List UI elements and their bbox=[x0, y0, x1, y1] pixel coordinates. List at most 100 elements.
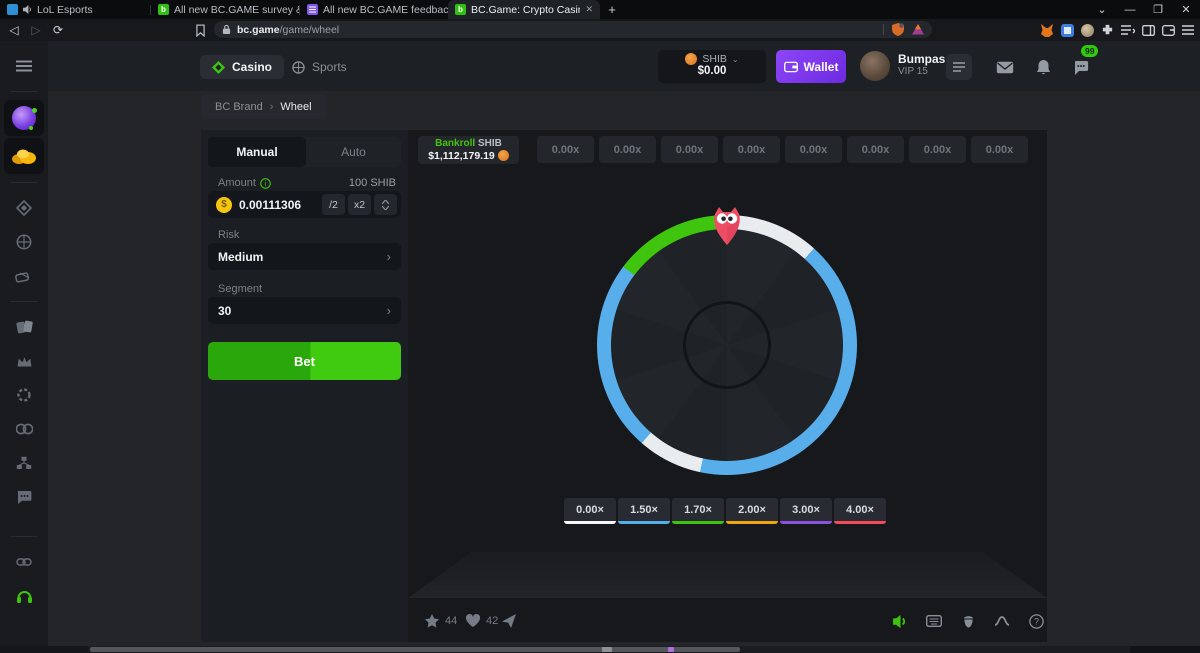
browser-tab-lol[interactable]: LoL Esports bbox=[0, 0, 150, 19]
trends-button[interactable] bbox=[991, 610, 1013, 632]
controller-icon bbox=[16, 423, 33, 435]
legend-label: 0.00× bbox=[576, 504, 604, 516]
notifications-button[interactable] bbox=[1030, 54, 1056, 80]
sound-toggle[interactable] bbox=[889, 610, 911, 632]
tab-casino[interactable]: Casino bbox=[200, 55, 284, 79]
sidebar-item-affiliate[interactable] bbox=[0, 446, 48, 480]
hotkeys-button[interactable] bbox=[923, 610, 945, 632]
bet-button[interactable]: Bet bbox=[208, 342, 401, 380]
bottom-strip bbox=[0, 646, 1200, 653]
sports-label: Sports bbox=[312, 60, 347, 74]
tab-audio-icon[interactable] bbox=[23, 5, 32, 14]
result-chip[interactable]: 0.00x bbox=[537, 136, 594, 163]
balance-selector[interactable]: SHIB ⌄ $0.00 bbox=[658, 50, 766, 83]
amount-input[interactable]: $ 0.00111306 /2 x2 bbox=[208, 191, 401, 218]
new-tab-button[interactable]: + bbox=[600, 0, 624, 19]
wallet-button[interactable]: Wallet bbox=[776, 50, 846, 83]
browser-tab-active[interactable]: b BC.Game: Crypto Casino Games & ✕ bbox=[448, 0, 600, 19]
casino-label: Casino bbox=[232, 60, 272, 74]
help-button[interactable]: ? bbox=[1025, 610, 1047, 632]
like-stat[interactable]: 42 bbox=[466, 614, 498, 627]
sidebar-item-racing[interactable] bbox=[0, 259, 48, 293]
side-panel-icon[interactable] bbox=[1142, 25, 1155, 36]
info-icon[interactable]: i bbox=[260, 178, 271, 189]
legend-multiplier[interactable]: 4.00× bbox=[834, 498, 886, 524]
result-chip[interactable]: 0.00x bbox=[661, 136, 718, 163]
window-close-button[interactable]: ✕ bbox=[1172, 0, 1200, 19]
sidebar-item-bonus-spin[interactable] bbox=[4, 100, 44, 136]
double-bet-button[interactable]: x2 bbox=[348, 194, 371, 215]
forward-button[interactable]: ▷ bbox=[26, 20, 46, 40]
shib-coin-icon bbox=[498, 150, 509, 161]
result-chip[interactable]: 0.00x bbox=[847, 136, 904, 163]
user-info[interactable]: Bumpas VIP 15 bbox=[898, 52, 945, 77]
betslip-button[interactable] bbox=[946, 54, 972, 80]
browser-menu-icon[interactable] bbox=[1182, 25, 1194, 35]
browser-tab-survey[interactable]: b All new BC.GAME survey & feedback n bbox=[151, 0, 299, 19]
half-bet-button[interactable]: /2 bbox=[322, 194, 345, 215]
window-maximize-button[interactable]: ❐ bbox=[1144, 0, 1172, 19]
share-button[interactable] bbox=[500, 612, 518, 630]
sidebar-item-treasure[interactable] bbox=[4, 138, 44, 174]
sidebar-item-referral[interactable] bbox=[0, 545, 48, 579]
tab-sports[interactable]: Sports bbox=[282, 55, 357, 79]
sidebar-item-support[interactable] bbox=[0, 579, 48, 613]
legend-multiplier[interactable]: 3.00× bbox=[780, 498, 832, 524]
lol-favicon bbox=[7, 4, 18, 15]
user-vip-level: VIP 15 bbox=[898, 66, 945, 77]
speaker-icon bbox=[892, 614, 909, 629]
shield-extension-icon[interactable] bbox=[892, 23, 904, 36]
tab-manual[interactable]: Manual bbox=[208, 137, 306, 167]
legend-multiplier[interactable]: 2.00× bbox=[726, 498, 778, 524]
metamask-extension-icon[interactable] bbox=[1040, 24, 1054, 37]
profile-extension-icon[interactable] bbox=[1081, 24, 1094, 37]
browser-tab-feedback[interactable]: All new BC.GAME feedback bbox=[300, 0, 448, 19]
tab-auto[interactable]: Auto bbox=[306, 137, 401, 167]
heart-icon bbox=[466, 614, 480, 627]
result-chip[interactable]: 0.00x bbox=[971, 136, 1028, 163]
breadcrumb-brand[interactable]: BC Brand bbox=[215, 101, 263, 113]
result-chip[interactable]: 0.00x bbox=[599, 136, 656, 163]
segment-label: Segment bbox=[218, 283, 262, 295]
sidebar-item-cards[interactable] bbox=[0, 310, 48, 344]
legend-multiplier[interactable]: 1.50× bbox=[618, 498, 670, 524]
window-chevron-button[interactable]: ⌄ bbox=[1088, 0, 1116, 19]
sidebar-item-forum[interactable] bbox=[0, 480, 48, 514]
close-tab-icon[interactable]: ✕ bbox=[585, 4, 593, 15]
result-chip[interactable]: 0.00x bbox=[909, 136, 966, 163]
address-bar[interactable]: bc.game /game/wheel bbox=[214, 21, 932, 38]
sidebar-item-vip-club[interactable] bbox=[0, 344, 48, 378]
back-button[interactable]: ◁ bbox=[4, 20, 24, 40]
messages-button[interactable] bbox=[992, 54, 1018, 80]
bat-extension-icon[interactable] bbox=[912, 24, 924, 35]
chat-button[interactable] bbox=[1068, 54, 1094, 80]
fairness-button[interactable] bbox=[957, 610, 979, 632]
favorite-stat[interactable]: 44 bbox=[425, 614, 457, 628]
send-icon bbox=[502, 614, 516, 628]
wheel-hub bbox=[683, 301, 771, 389]
legend-multiplier[interactable]: 0.00× bbox=[564, 498, 616, 524]
gold-coins-icon bbox=[11, 147, 37, 165]
puzzle-extensions-icon[interactable] bbox=[1101, 24, 1114, 37]
result-chip[interactable]: 0.00x bbox=[785, 136, 842, 163]
reading-list-icon[interactable] bbox=[1121, 25, 1135, 36]
sidebar-menu-button[interactable] bbox=[0, 49, 48, 83]
window-minimize-button[interactable]: — bbox=[1116, 0, 1144, 19]
result-chip[interactable]: 0.00x bbox=[723, 136, 780, 163]
wallet-panel-icon[interactable] bbox=[1162, 25, 1175, 36]
reload-button[interactable]: ⟳ bbox=[48, 20, 68, 40]
lock-icon bbox=[222, 24, 231, 35]
sidebar-item-sports[interactable] bbox=[0, 225, 48, 259]
sidebar-item-settings[interactable] bbox=[0, 378, 48, 412]
bookmark-icon[interactable] bbox=[192, 22, 208, 38]
amount-value[interactable]: 0.00111306 bbox=[239, 198, 301, 212]
risk-select[interactable]: Medium › bbox=[208, 243, 401, 270]
legend-multiplier[interactable]: 1.70× bbox=[672, 498, 724, 524]
horizontal-scrollbar[interactable] bbox=[90, 647, 740, 652]
amount-stepper[interactable] bbox=[374, 194, 397, 215]
sidebar-item-games[interactable] bbox=[0, 412, 48, 446]
sidebar-item-casino[interactable] bbox=[0, 191, 48, 225]
segment-select[interactable]: 30 › bbox=[208, 297, 401, 324]
avatar[interactable] bbox=[860, 51, 890, 81]
translate-extension-icon[interactable] bbox=[1061, 24, 1074, 37]
